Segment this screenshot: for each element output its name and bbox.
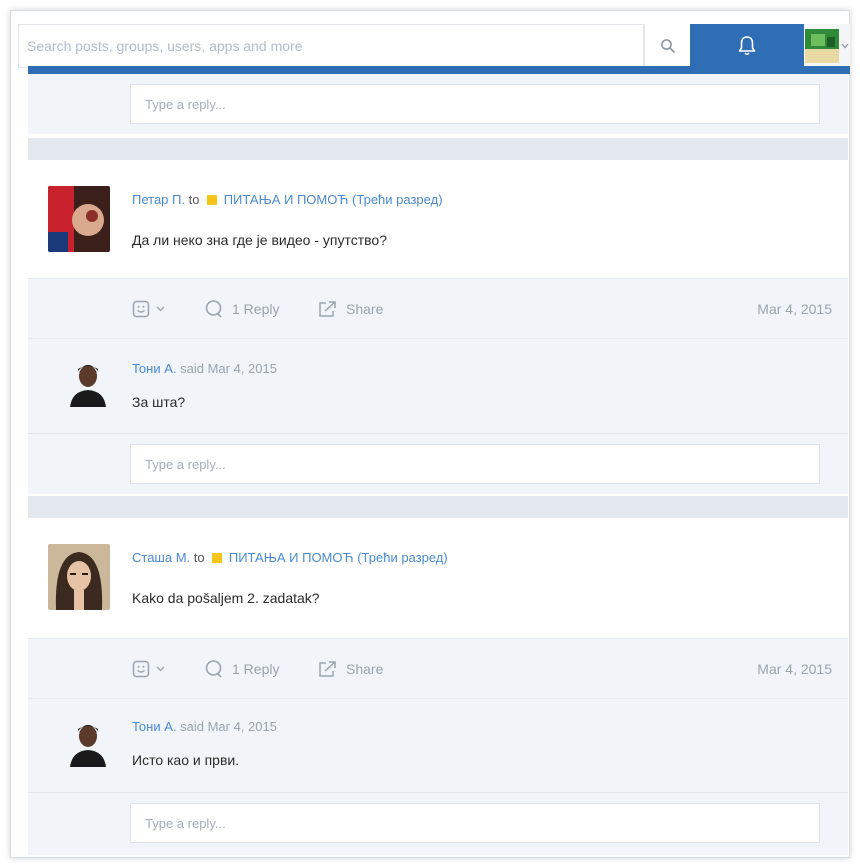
comment: Тони А. said Mar 4, 2015 За шта?: [28, 338, 848, 433]
group-link[interactable]: ПИТАЊА И ПОМОЋ (Трећи разред): [224, 192, 443, 207]
reply-count-label: 1 Reply: [232, 301, 280, 317]
top-bar: [18, 24, 850, 68]
search-icon: [661, 39, 675, 53]
user-menu-button[interactable]: [804, 24, 850, 68]
to-label: to: [193, 550, 205, 565]
comment-body: За шта?: [132, 394, 186, 410]
comment-meta: said Mar 4, 2015: [180, 361, 277, 376]
share-icon: [319, 661, 336, 677]
comment-header: Тони А. said Mar 4, 2015: [132, 719, 277, 734]
author-avatar[interactable]: [48, 544, 110, 610]
post-date[interactable]: Mar 4, 2015: [757, 279, 832, 339]
post-body: Да ли неко зна где је видео - упутство?: [132, 232, 387, 248]
comment-author-link[interactable]: Тони А.: [132, 719, 177, 734]
reply-row: [28, 74, 848, 134]
share-button[interactable]: Share: [318, 639, 383, 699]
post-header: Петар П. to ПИТАЊА И ПОМОЋ (Трећи разред…: [132, 192, 443, 207]
post-body: Kako da pošaljem 2. zadatak?: [132, 590, 320, 606]
group-color-square: [207, 195, 218, 205]
post-card: Петар П. to ПИТАЊА И ПОМОЋ (Трећи разред…: [28, 160, 848, 278]
comment-icon: [205, 300, 222, 318]
top-bar-accent: [28, 66, 850, 74]
commenter-avatar[interactable]: [68, 719, 108, 767]
post-date[interactable]: Mar 4, 2015: [757, 639, 832, 699]
comment-author-link[interactable]: Тони А.: [132, 361, 177, 376]
to-label: to: [188, 192, 200, 207]
comment: Тони А. said Mar 4, 2015 Исто као и први…: [28, 698, 848, 793]
notifications-button[interactable]: [690, 24, 804, 68]
reply-input[interactable]: [130, 803, 820, 843]
comment-header: Тони А. said Mar 4, 2015: [132, 361, 277, 376]
group-link[interactable]: ПИТАЊА И ПОМОЋ (Трећи разред): [229, 550, 448, 565]
comment-meta: said Mar 4, 2015: [180, 719, 277, 734]
reply-count-label: 1 Reply: [232, 661, 280, 677]
chevron-down-icon: [156, 666, 165, 672]
reply-count-button[interactable]: 1 Reply: [204, 639, 279, 699]
bell-icon: [738, 36, 756, 56]
author-avatar[interactable]: [48, 186, 110, 252]
emoji-icon: [132, 660, 150, 678]
post-author-link[interactable]: Петар П.: [132, 192, 185, 207]
reply-row: [28, 433, 848, 494]
chevron-down-icon: [156, 306, 165, 312]
reaction-button[interactable]: [132, 279, 173, 339]
share-button[interactable]: Share: [318, 279, 383, 339]
share-icon: [319, 301, 336, 317]
post-author-link[interactable]: Сташа М.: [132, 550, 190, 565]
share-label: Share: [346, 661, 384, 677]
group-color-square: [212, 553, 223, 563]
commenter-avatar[interactable]: [68, 359, 108, 407]
post-card: Сташа М. to ПИТАЊА И ПОМОЋ (Трећи разред…: [28, 518, 848, 638]
reply-count-button[interactable]: 1 Reply: [204, 279, 279, 339]
chevron-down-icon: [841, 43, 849, 49]
post-actions: 1 Reply Share Mar 4, 2015: [28, 638, 848, 699]
post-header: Сташа М. to ПИТАЊА И ПОМОЋ (Трећи разред…: [132, 550, 448, 565]
comment-icon: [205, 660, 222, 678]
post-actions: 1 Reply Share Mar 4, 2015: [28, 278, 848, 339]
comment-body: Исто као и први.: [132, 752, 240, 768]
reaction-button[interactable]: [132, 639, 173, 699]
post-separator: [28, 138, 848, 160]
emoji-icon: [132, 300, 150, 318]
reply-input[interactable]: [130, 84, 820, 124]
share-label: Share: [346, 301, 384, 317]
post-separator: [28, 496, 848, 518]
search-input[interactable]: [18, 24, 644, 68]
reply-row: [28, 792, 848, 855]
user-avatar: [805, 29, 839, 63]
reply-input[interactable]: [130, 444, 820, 484]
search-button[interactable]: [644, 24, 691, 68]
